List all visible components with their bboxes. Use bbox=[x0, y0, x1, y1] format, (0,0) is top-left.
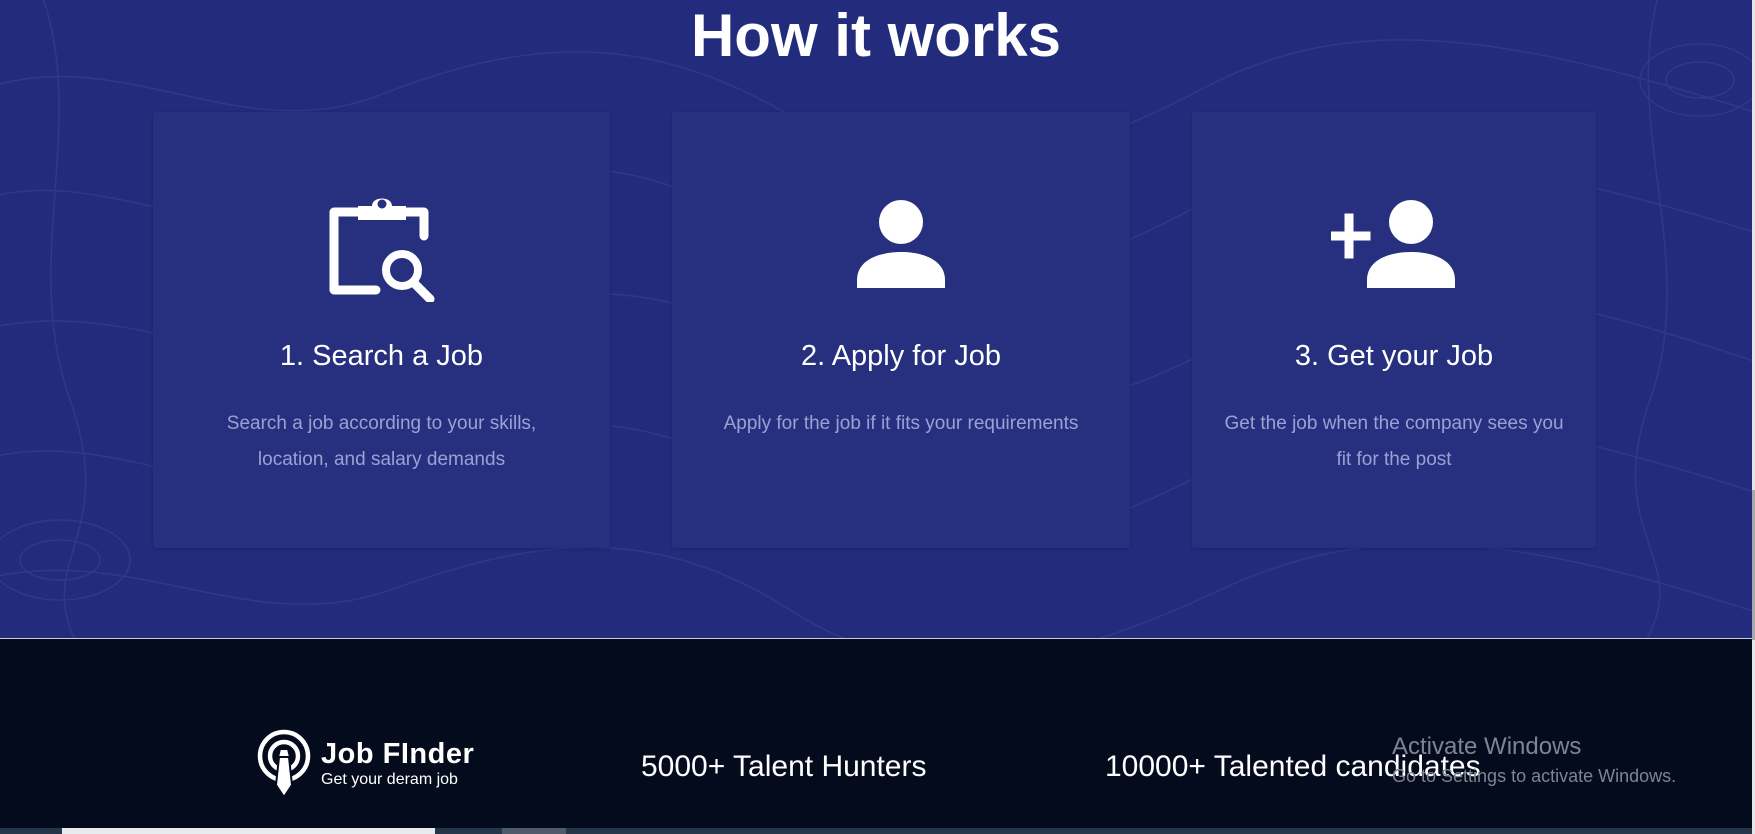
site-footer: Job FInder Get your deram job 5000+ Tale… bbox=[0, 638, 1752, 834]
step-title: 2. Apply for Job bbox=[801, 340, 1001, 372]
step-description: Get the job when the company sees you fi… bbox=[1224, 413, 1564, 470]
step-title: 3. Get your Job bbox=[1294, 340, 1494, 372]
step-description: Search a job according to your skills, l… bbox=[226, 413, 537, 470]
taskbar-segment bbox=[502, 828, 566, 834]
section-title: How it works bbox=[690, 2, 1062, 69]
stat-talented-candidates: 10000+ Talented candidates bbox=[1105, 750, 1481, 783]
tie-badge-icon bbox=[257, 729, 311, 799]
brand-tagline: Get your deram job bbox=[321, 771, 458, 788]
add-user-icon bbox=[1192, 184, 1596, 304]
how-it-works-section: How it works 1. Search a Job Search a jo… bbox=[0, 0, 1752, 638]
page: How it works 1. Search a Job Search a jo… bbox=[0, 0, 1755, 834]
user-icon bbox=[672, 184, 1130, 304]
stat-talent-hunters: 5000+ Talent Hunters bbox=[641, 750, 927, 783]
step-card-get-job: 3. Get your Job Get the job when the com… bbox=[1192, 112, 1596, 548]
step-card-search: 1. Search a Job Search a job according t… bbox=[153, 112, 610, 548]
step-title: 1. Search a Job bbox=[279, 340, 484, 372]
taskbar-strip bbox=[0, 828, 1752, 834]
brand-name: Job FInder bbox=[321, 738, 475, 770]
footer-logo-link[interactable]: Job FInder Get your deram job bbox=[255, 729, 474, 799]
taskbar-segment bbox=[62, 828, 435, 834]
step-description: Apply for the job if it fits your requir… bbox=[723, 413, 1079, 434]
step-card-apply: 2. Apply for Job Apply for the job if it… bbox=[672, 112, 1130, 548]
logo-text: Job FInder Get your deram job bbox=[321, 738, 474, 790]
clipboard-search-icon bbox=[153, 184, 610, 304]
